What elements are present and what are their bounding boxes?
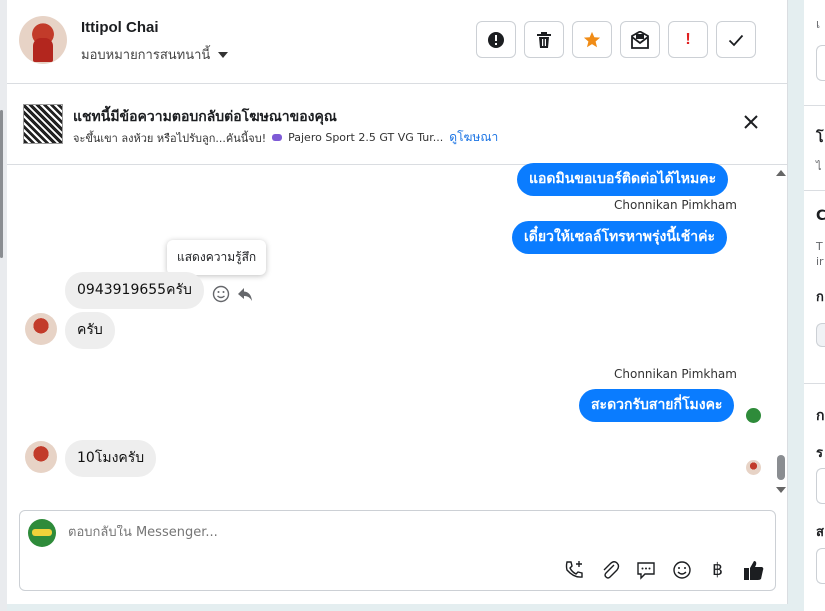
view-ad-link[interactable]: ดูโฆษณา <box>449 128 498 147</box>
smiley-icon[interactable] <box>212 285 230 303</box>
saved-replies-button[interactable] <box>634 558 657 581</box>
contact-avatar-small <box>25 313 57 345</box>
message-thread: แอดมินขอเบอร์ติดต่อได้ไหมคะ Chonnikan Pi… <box>7 163 788 505</box>
contact-avatar-small <box>25 441 57 473</box>
left-scroll-handle[interactable] <box>0 110 3 258</box>
panel-button[interactable] <box>816 323 825 347</box>
attach-button[interactable] <box>598 558 621 581</box>
done-button[interactable] <box>716 21 756 58</box>
contact-name[interactable]: Ittipol Chai <box>81 19 159 36</box>
star-button[interactable] <box>572 21 612 58</box>
check-icon <box>728 34 744 46</box>
panel-text: ไ <box>816 160 822 173</box>
delete-button[interactable] <box>524 21 564 58</box>
composer-tools: ฿ <box>562 558 765 581</box>
baht-icon: ฿ <box>712 559 723 580</box>
panel-heading: C <box>816 208 825 224</box>
caret-down-icon <box>218 51 229 58</box>
mark-unread-icon <box>631 30 649 49</box>
read-receipt-avatar <box>746 460 761 475</box>
ad-product: Pajero Sport 2.5 GT VG Tur... <box>288 131 444 144</box>
phone-plus-icon <box>565 560 583 578</box>
smiley-icon <box>672 560 691 579</box>
sender-name: Chonnikan Pimkham <box>614 367 737 381</box>
panel-field[interactable] <box>816 548 825 584</box>
left-edge <box>0 0 7 611</box>
incoming-message[interactable]: 10โมงครับ <box>65 440 157 477</box>
divider <box>804 383 825 384</box>
conversation-header: Ittipol Chai มอบหมายการสนทนานี้ ! <box>7 0 788 84</box>
outgoing-message[interactable]: แอดมินขอเบอร์ติดต่อได้ไหมคะ <box>517 163 729 196</box>
report-button[interactable] <box>476 21 516 58</box>
report-icon <box>488 31 504 48</box>
message-composer: ฿ <box>19 510 776 591</box>
panel-gap <box>788 0 804 611</box>
emoji-button[interactable] <box>670 558 693 581</box>
outgoing-message[interactable]: สะดวกรับสายกี่โมงคะ <box>579 389 735 422</box>
exclamation-icon: ! <box>685 30 691 48</box>
panel-heading: ก <box>816 408 825 424</box>
banner-title: แชทนี้มีข้อความตอบกลับต่อโฆษณาของคุณ <box>73 109 337 125</box>
panel-text: ก <box>816 290 824 305</box>
scroll-thumb[interactable] <box>777 455 785 480</box>
spam-button[interactable]: ! <box>668 21 708 58</box>
like-button[interactable] <box>742 558 765 581</box>
close-icon[interactable] <box>743 114 759 130</box>
paperclip-icon <box>603 560 619 579</box>
call-button[interactable] <box>562 558 585 581</box>
panel-heading: โ <box>816 130 824 146</box>
outgoing-message[interactable]: เดี๋ยวให้เซลล์โทรหาพรุ่งนี้เช้าค่ะ <box>512 221 727 254</box>
reaction-tooltip: แสดงความรู้สึก <box>167 240 267 275</box>
ad-reply-banner: แชทนี้มีข้อความตอบกลับต่อโฆษณาของคุณ จะข… <box>7 85 788 165</box>
thumbs-up-icon <box>743 560 763 580</box>
panel-text: ir <box>816 255 824 268</box>
star-icon <box>583 31 601 47</box>
incoming-message[interactable]: ครับ <box>65 312 115 349</box>
panel-text: T <box>816 240 823 253</box>
scroll-up-icon[interactable] <box>776 170 786 176</box>
panel-text: ร <box>816 446 823 461</box>
panel-field[interactable] <box>816 45 825 81</box>
header-actions: ! <box>476 21 756 58</box>
divider <box>804 190 825 191</box>
ad-text: จะขึ้นเขา ลงห้วย หรือไปรับลูก...คันนี้จบ… <box>73 131 267 145</box>
trash-icon <box>537 31 551 48</box>
reply-icon[interactable] <box>236 285 254 303</box>
contact-avatar[interactable] <box>19 16 67 64</box>
scroll-down-icon[interactable] <box>776 487 786 493</box>
banner-ad-info: จะขึ้นเขา ลงห้วย หรือไปรับลูก...คันนี้จบ… <box>73 128 498 147</box>
incoming-message[interactable]: 0943919655ครับ <box>65 272 204 309</box>
panel-text: เ <box>816 17 821 31</box>
divider <box>804 105 825 106</box>
chat-panel: Ittipol Chai มอบหมายการสนทนานี้ ! แชทนี้… <box>7 0 788 604</box>
reply-input[interactable] <box>68 525 668 540</box>
assign-label: มอบหมายการสนทนานี้ <box>81 48 211 63</box>
assign-conversation-dropdown[interactable]: มอบหมายการสนทนานี้ <box>81 44 229 65</box>
mark-unread-button[interactable] <box>620 21 660 58</box>
message-actions <box>212 285 254 303</box>
car-icon <box>272 134 283 141</box>
sender-name: Chonnikan Pimkham <box>614 198 737 212</box>
chat-bubble-icon <box>636 561 655 580</box>
thread-scrollbar[interactable] <box>775 165 787 500</box>
panel-field[interactable] <box>816 468 825 504</box>
panel-text: ส <box>816 525 824 540</box>
ad-thumbnail <box>23 104 63 144</box>
page-avatar <box>28 519 56 547</box>
seen-avatar <box>746 408 761 423</box>
payment-button[interactable]: ฿ <box>706 558 729 581</box>
details-panel: เ โ ไ C T ir ก ก ร ส <box>788 0 825 611</box>
